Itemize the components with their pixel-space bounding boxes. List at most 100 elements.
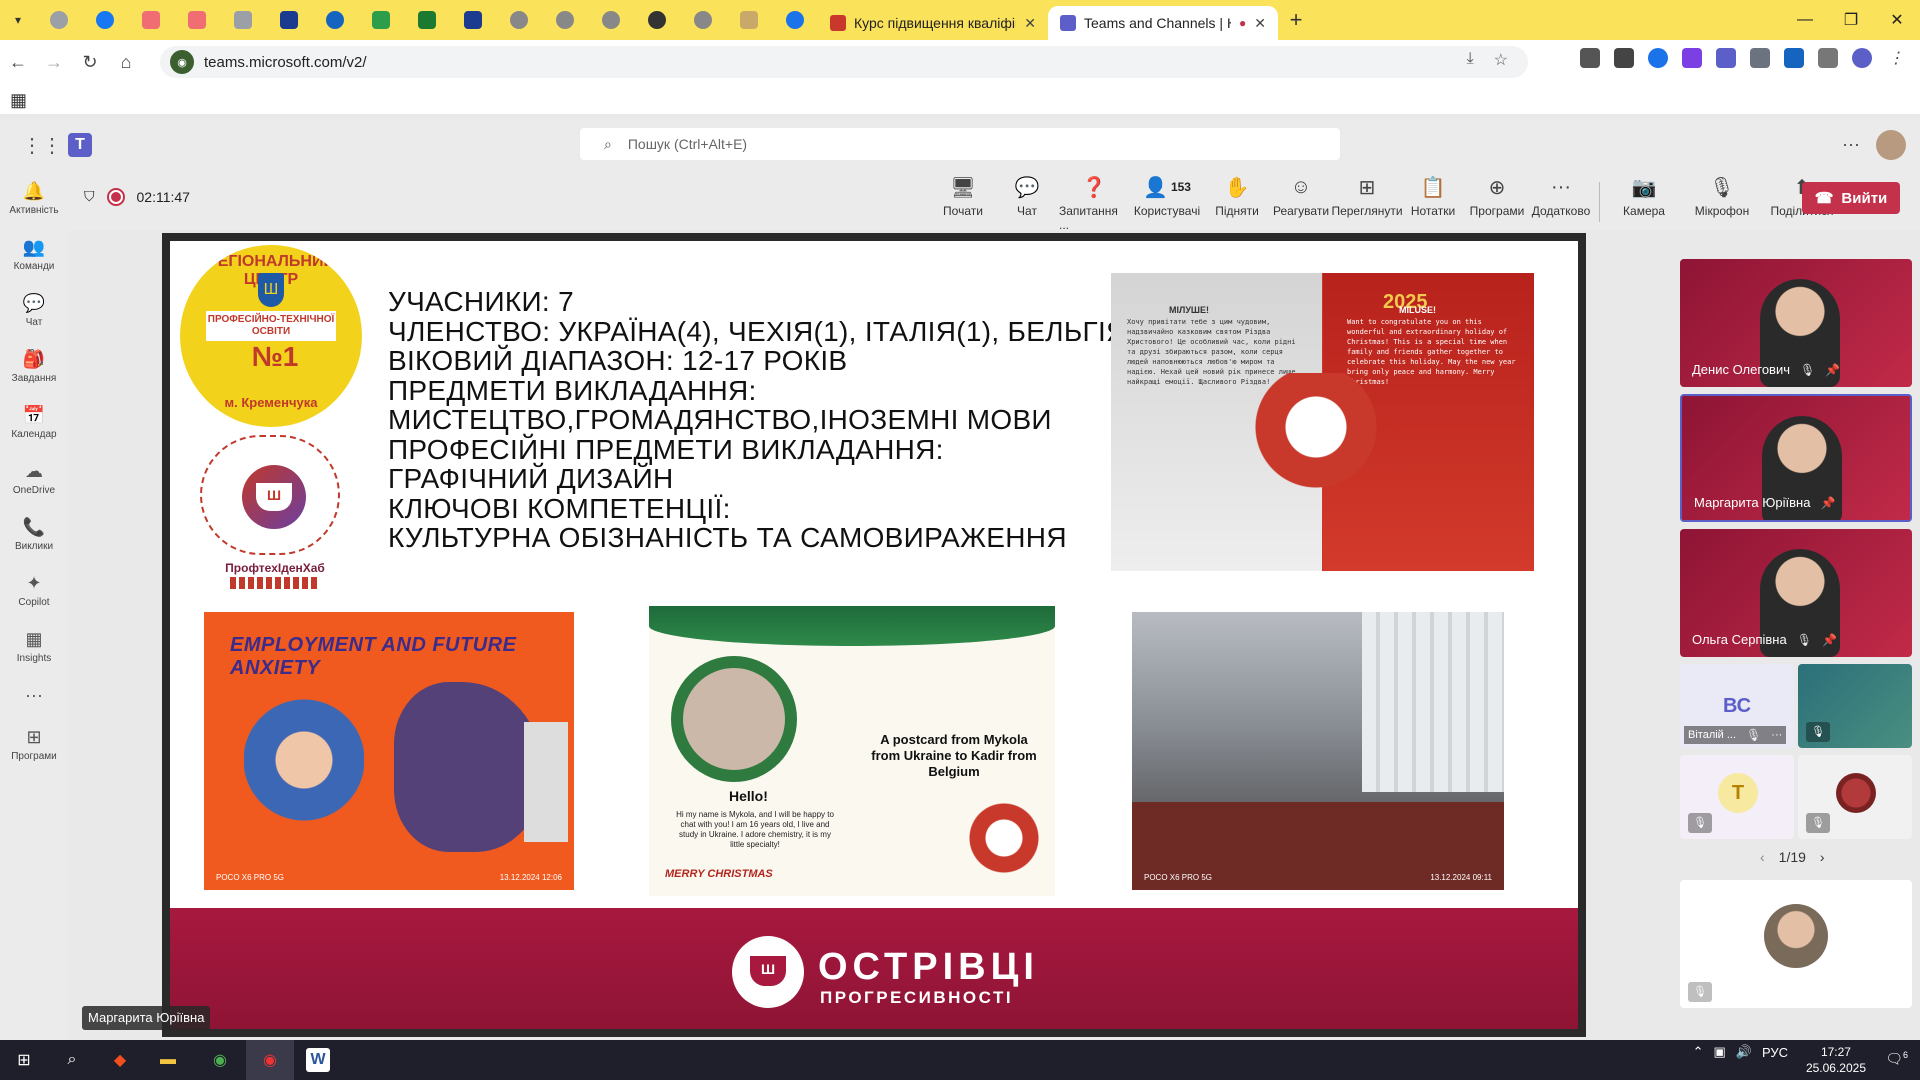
leave-button[interactable]: ☎ Вийти [1802,182,1900,214]
pin-icon[interactable]: 📌 [1822,633,1837,647]
windows-start-icon[interactable]: ⊞ [12,1048,36,1072]
extensions-puzzle-icon[interactable] [1818,48,1838,68]
participant-tile-small[interactable]: 🎙 [1798,755,1912,839]
extension-icon[interactable] [1614,48,1634,68]
notifications-icon[interactable]: 🗨6 [1885,1050,1908,1068]
apps-button[interactable]: ⊕ Програми [1465,174,1529,232]
pinned-tab[interactable] [496,0,542,40]
participant-tile-small[interactable]: ВС Віталій ... 🎙 ··· [1680,664,1794,748]
user-avatar[interactable] [1876,130,1906,160]
more-button[interactable]: ··· Додатково [1529,174,1593,232]
raise-hand-button[interactable]: ✋ Підняти [1205,174,1269,232]
pinned-tab[interactable] [82,0,128,40]
install-app-icon[interactable]: ⤓ [1467,50,1474,70]
participant-tile-active[interactable]: Маргарита Юріївна 📌 [1680,394,1912,522]
search-icon[interactable]: ⌕ [60,1048,84,1072]
apps-grid-icon[interactable]: ▦ [10,90,27,111]
minimize-button[interactable]: — [1782,0,1828,40]
network-icon[interactable]: ▣ [1713,1044,1725,1060]
rail-item-calls[interactable]: 📞 Виклики [0,506,68,562]
close-icon[interactable]: ✕ [1024,15,1036,32]
extension-icon[interactable] [1784,48,1804,68]
home-icon[interactable]: ⌂ [108,52,144,73]
chrome-profile-icon[interactable]: ◉ [258,1048,282,1072]
pinned-tab[interactable] [772,0,818,40]
pinned-tab[interactable] [634,0,680,40]
pinned-tab[interactable] [358,0,404,40]
rail-item-insights[interactable]: ▦ Insights [0,618,68,674]
close-icon[interactable]: ✕ [1254,15,1266,32]
clock[interactable]: 17:27 25.06.2025 [1806,1044,1866,1076]
chevron-right-icon[interactable]: › [1820,849,1825,865]
rail-item-teams[interactable]: 👥 Команди [0,226,68,282]
volume-icon[interactable]: 🔊 [1736,1044,1752,1060]
rail-item-calendar[interactable]: 📅 Календар [0,394,68,450]
rail-item-copilot[interactable]: ✦ Copilot [0,562,68,618]
chat-button[interactable]: 💬 Чат [995,174,1059,232]
browser-menu-icon[interactable]: ⋮ [1886,48,1906,68]
back-icon[interactable]: ← [0,52,36,73]
pinned-tab[interactable] [450,0,496,40]
participant-tile[interactable]: Ольга Серпівна 🎙 📌 [1680,529,1912,657]
rail-item-chat[interactable]: 💬 Чат [0,282,68,338]
rail-item-assignments[interactable]: 🎒 Завдання [0,338,68,394]
participant-tile[interactable]: 🎙 [1680,880,1912,1008]
rail-item-apps[interactable]: ⊞ Програми [0,716,68,772]
url-input[interactable]: ◉ teams.microsoft.com/v2/ ⤓ ☆ [160,46,1528,78]
rail-item-more[interactable]: ··· [0,674,68,716]
shield-icon[interactable]: ⛉ [84,188,95,205]
chevron-up-icon[interactable]: ⌃ [1693,1044,1704,1060]
close-window-button[interactable]: ✕ [1874,0,1920,40]
word-icon[interactable]: W [306,1048,330,1072]
view-button[interactable]: ⊞ Переглянути [1331,174,1402,232]
chevron-left-icon[interactable]: ‹ [1760,849,1765,865]
rail-item-onedrive[interactable]: ☁ OneDrive [0,450,68,506]
pinned-tab[interactable] [726,0,772,40]
pinned-tab[interactable] [128,0,174,40]
search-input[interactable]: ⌕ Пошук (Ctrl+Alt+E) [580,128,1340,160]
pinned-tab[interactable] [312,0,358,40]
camera-button[interactable]: 📷 Камера [1606,174,1682,232]
qna-button[interactable]: ❓ Запитання ... [1059,174,1129,233]
pinned-tab[interactable] [266,0,312,40]
figma-icon[interactable]: ◆ [108,1048,132,1072]
extension-icon[interactable] [1580,48,1600,68]
pinned-tab[interactable] [174,0,220,40]
pinned-tab[interactable] [404,0,450,40]
new-tab-button[interactable]: + [1278,7,1314,33]
forward-icon[interactable]: → [36,52,72,73]
pinned-tab[interactable] [220,0,266,40]
pinned-tab[interactable] [588,0,634,40]
profile-avatar[interactable] [1852,48,1872,68]
browser-tab[interactable]: Курс підвищення кваліфікаці ✕ [818,6,1048,40]
extension-icon[interactable] [1750,48,1770,68]
extension-icon[interactable] [1682,48,1702,68]
participant-tile-small[interactable]: 🎙 [1798,664,1912,748]
notes-button[interactable]: 📋 Нотатки [1401,174,1465,232]
restore-button[interactable]: ❐ [1828,0,1874,40]
people-button[interactable]: 👤 153 Користувачі [1129,174,1205,232]
pinned-tab[interactable] [36,0,82,40]
more-options-icon[interactable]: ··· [1842,134,1860,155]
file-explorer-icon[interactable]: ▬ [156,1048,180,1072]
participant-tile[interactable]: Денис Олегович 🎙 📌 [1680,259,1912,387]
extension-icon[interactable] [1648,48,1668,68]
present-button[interactable]: 🖥 Почати [931,174,995,232]
more-icon[interactable]: ··· [1771,729,1782,741]
tab-search-button[interactable]: ▾ [0,0,36,40]
site-info-icon[interactable]: ◉ [170,50,194,74]
pin-icon[interactable]: 📌 [1820,496,1835,510]
rail-item-activity[interactable]: 🔔 Активність [0,170,68,226]
extension-icon[interactable] [1716,48,1736,68]
pinned-tab[interactable] [680,0,726,40]
language-indicator[interactable]: РУС [1762,1045,1788,1060]
pin-icon[interactable]: 📌 [1825,363,1840,377]
bookmark-star-icon[interactable]: ☆ [1494,50,1508,70]
reload-icon[interactable]: ↻ [72,52,108,73]
browser-tab-active[interactable]: Teams and Channels | Курс ● ✕ [1048,6,1278,40]
pinned-tab[interactable] [542,0,588,40]
microphone-button[interactable]: 🎙 Мікрофон [1682,174,1762,232]
participant-tile-small[interactable]: Т 🎙 [1680,755,1794,839]
chrome-icon[interactable]: ◉ [208,1048,232,1072]
react-button[interactable]: ☺ Реагувати [1269,174,1333,232]
